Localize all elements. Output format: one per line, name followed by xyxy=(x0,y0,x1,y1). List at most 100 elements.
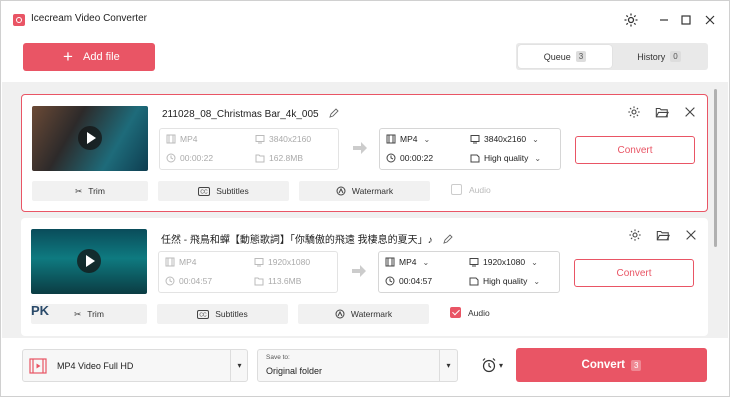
trim-label: Trim xyxy=(87,309,104,319)
film-icon xyxy=(165,257,175,267)
video-format-icon xyxy=(29,358,47,374)
video-thumbnail[interactable] xyxy=(31,229,147,294)
minimize-button[interactable] xyxy=(655,11,673,29)
folder-icon xyxy=(255,154,265,163)
source-format: MP4 xyxy=(166,134,197,144)
target-format-dropdown[interactable]: MP4 ⌄ xyxy=(385,257,429,267)
watermark-button[interactable]: Watermark xyxy=(299,181,430,201)
file-name-text: 211028_08_Christmas Bar_4k_005 xyxy=(162,109,319,120)
video-thumbnail[interactable] xyxy=(32,106,148,171)
audio-checkbox[interactable]: Audio xyxy=(450,307,490,318)
app-title: Icecream Video Converter xyxy=(31,13,147,24)
maximize-button[interactable] xyxy=(677,11,695,29)
source-format-text: MP4 xyxy=(179,257,197,267)
file-name: 211028_08_Christmas Bar_4k_005 xyxy=(162,108,340,120)
minimize-icon xyxy=(660,19,668,21)
close-button[interactable] xyxy=(701,11,719,29)
item-actions xyxy=(627,105,697,119)
play-icon[interactable] xyxy=(77,249,101,273)
convert-count-badge: 3 xyxy=(631,359,642,371)
resolution-icon xyxy=(255,135,265,144)
output-format-dropdown[interactable]: MP4 Video Full HD ▾ xyxy=(22,349,248,382)
add-file-label: Add file xyxy=(83,51,120,63)
film-icon xyxy=(166,134,176,144)
app-logo-icon xyxy=(13,14,25,26)
item-convert-button[interactable]: Convert xyxy=(574,259,694,287)
item-convert-button[interactable]: Convert xyxy=(575,136,695,164)
save-to-caption: Save to: xyxy=(266,354,290,361)
target-resolution-dropdown[interactable]: 3840x2160 ⌄ xyxy=(470,134,539,144)
source-info: MP4 1920x1080 00:04:57 113.6MB xyxy=(158,251,338,293)
target-quality-dropdown[interactable]: High quality ⌄ xyxy=(470,153,541,163)
watermark-label: Watermark xyxy=(350,309,393,319)
audio-check-box[interactable] xyxy=(450,307,461,318)
watermark-icon xyxy=(335,309,345,319)
chevron-down-icon: ⌄ xyxy=(533,276,541,286)
item-settings-gear-icon[interactable] xyxy=(627,105,641,119)
queue-item[interactable]: 211028_08_Christmas Bar_4k_005 MP4 3840x… xyxy=(21,94,708,212)
schedule-alarm-button[interactable]: ▾ xyxy=(481,356,511,374)
open-folder-icon[interactable] xyxy=(655,105,669,119)
chevron-down-icon[interactable]: ▾ xyxy=(230,350,248,381)
file-name-text: 任然 - 飛鳥和蟬【動態歌詞】「你驕傲的飛遠 我棲息的夏天」♪ xyxy=(161,235,433,246)
list-scrollbar[interactable] xyxy=(714,89,717,247)
convert-all-button[interactable]: Convert 3 xyxy=(516,348,707,382)
convert-all-label: Convert xyxy=(581,359,625,371)
item-settings-gear-icon[interactable] xyxy=(628,228,642,242)
clock-icon xyxy=(386,153,396,163)
chevron-down-icon: ⌄ xyxy=(531,257,538,267)
film-icon xyxy=(385,257,395,267)
tab-history[interactable]: History 0 xyxy=(612,45,706,68)
target-resolution-dropdown[interactable]: 1920x1080 ⌄ xyxy=(469,257,538,267)
clock-icon xyxy=(385,276,395,286)
target-duration[interactable]: 00:04:57 xyxy=(385,276,432,286)
target-resolution-text: 3840x2160 xyxy=(484,134,527,144)
target-quality-dropdown[interactable]: High quality ⌄ xyxy=(469,276,540,286)
save-to-dropdown[interactable]: Save to: Original folder ▾ xyxy=(257,349,458,382)
quality-icon xyxy=(469,277,479,286)
target-format-dropdown[interactable]: MP4 ⌄ xyxy=(386,134,430,144)
source-size-text: 162.8MB xyxy=(269,153,304,163)
target-format-text: MP4 xyxy=(399,257,417,267)
plus-icon: + xyxy=(63,47,73,66)
remove-item-close-icon[interactable] xyxy=(684,228,698,242)
remove-item-close-icon[interactable] xyxy=(683,105,697,119)
resolution-icon xyxy=(469,258,479,267)
add-file-button[interactable]: + Add file xyxy=(23,43,155,71)
edit-pencil-icon[interactable] xyxy=(329,108,340,118)
trim-button[interactable]: ✂ Trim xyxy=(32,181,148,201)
resolution-icon xyxy=(254,258,264,267)
open-folder-icon[interactable] xyxy=(656,228,670,242)
queue-item[interactable]: 任然 - 飛鳥和蟬【動態歌詞】「你驕傲的飛遠 我棲息的夏天」♪ MP4 1920… xyxy=(21,218,708,336)
source-resolution-text: 3840x2160 xyxy=(269,134,312,144)
target-duration[interactable]: 00:00:22 xyxy=(386,153,433,163)
watermark-label: Watermark xyxy=(351,186,394,196)
tab-queue-count: 3 xyxy=(575,51,587,62)
source-resolution-text: 1920x1080 xyxy=(268,257,311,267)
source-info: MP4 3840x2160 00:00:22 162.8MB xyxy=(159,128,339,170)
subtitles-label: Subtitles xyxy=(216,186,249,196)
watermark-button[interactable]: Watermark xyxy=(298,304,429,324)
audio-label: Audio xyxy=(469,184,491,195)
edit-pencil-icon[interactable] xyxy=(443,234,454,244)
target-format-text: MP4 xyxy=(400,134,418,144)
clock-icon xyxy=(165,276,175,286)
chevron-down-icon: ⌄ xyxy=(534,153,542,163)
source-duration: 00:04:57 xyxy=(165,276,212,286)
maximize-icon xyxy=(681,15,691,25)
svg-text:CC: CC xyxy=(201,189,209,195)
folder-icon xyxy=(254,277,264,286)
subtitles-button[interactable]: CC Subtitles xyxy=(158,181,289,201)
app-window: Icecream Video Converter + Add file Queu… xyxy=(0,0,730,397)
audio-check-box[interactable] xyxy=(451,184,462,195)
source-size-text: 113.6MB xyxy=(268,276,302,286)
scissors-icon: ✂ xyxy=(74,308,82,319)
tab-queue[interactable]: Queue 3 xyxy=(518,45,612,68)
svg-text:CC: CC xyxy=(200,312,208,318)
settings-gear-icon[interactable] xyxy=(623,12,639,28)
play-icon[interactable] xyxy=(78,126,102,150)
source-duration-text: 00:04:57 xyxy=(179,276,213,286)
chevron-down-icon[interactable]: ▾ xyxy=(439,350,457,381)
audio-checkbox[interactable]: Audio xyxy=(451,184,491,195)
subtitles-button[interactable]: CC Subtitles xyxy=(157,304,288,324)
